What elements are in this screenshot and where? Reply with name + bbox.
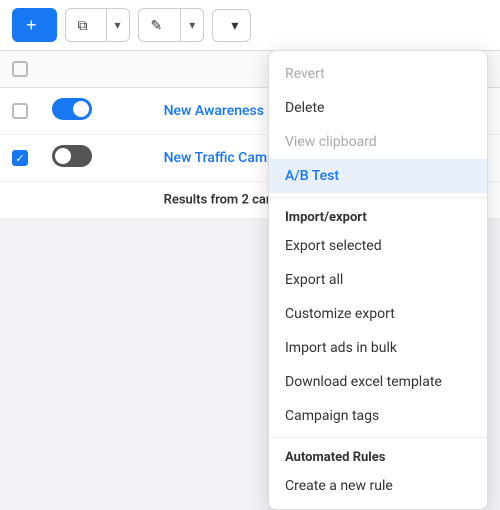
row-checkbox[interactable] <box>12 103 28 119</box>
edit-icon: ✎ <box>151 17 163 34</box>
duplicate-icon: ⧉ <box>78 17 88 34</box>
more-caret-icon: ▾ <box>231 17 238 34</box>
campaign-toggle[interactable] <box>52 145 92 167</box>
duplicate-caret[interactable]: ▾ <box>107 11 129 39</box>
campaign-toggle[interactable] <box>52 98 92 120</box>
menu-item-ab-test[interactable]: A/B Test <box>269 159 487 193</box>
menu-section-automated-rules: Automated Rules <box>269 442 487 469</box>
header-checkbox-cell <box>0 51 40 88</box>
toggle-knob <box>73 101 89 117</box>
more-button[interactable]: ▾ <box>212 9 251 42</box>
menu-item-create-new-rule[interactable]: Create a new rule <box>269 469 487 503</box>
toggle-knob <box>55 148 71 164</box>
header-toggle <box>40 51 152 88</box>
menu-item-delete[interactable]: Delete <box>269 91 487 125</box>
menu-item-import-ads-bulk[interactable]: Import ads in bulk <box>269 331 487 365</box>
menu-item-campaign-tags[interactable]: Campaign tags <box>269 399 487 433</box>
more-dropdown-menu: RevertDeleteView clipboardA/B Test Import… <box>268 50 488 510</box>
edit-caret[interactable]: ▾ <box>181 11 203 39</box>
edit-button-group: ✎ ▾ <box>138 8 205 42</box>
plus-icon: + <box>26 16 37 34</box>
duplicate-button[interactable]: ⧉ <box>66 10 106 41</box>
toolbar: + ⧉ ▾ ✎ ▾ ▾ <box>0 0 500 51</box>
duplicate-button-group: ⧉ ▾ <box>65 8 130 42</box>
row-checkbox[interactable]: ✓ <box>12 150 28 166</box>
menu-item-download-excel[interactable]: Download excel template <box>269 365 487 399</box>
menu-item-revert: Revert <box>269 57 487 91</box>
create-button[interactable]: + <box>12 8 57 42</box>
edit-button[interactable]: ✎ <box>139 10 181 41</box>
menu-item-view-clipboard: View clipboard <box>269 125 487 159</box>
menu-divider <box>269 197 487 198</box>
menu-item-export-all[interactable]: Export all <box>269 263 487 297</box>
menu-item-export-selected[interactable]: Export selected <box>269 229 487 263</box>
menu-section-import-export: Import/export <box>269 202 487 229</box>
header-checkbox[interactable] <box>12 61 28 77</box>
menu-item-customize-export[interactable]: Customize export <box>269 297 487 331</box>
menu-divider <box>269 437 487 438</box>
